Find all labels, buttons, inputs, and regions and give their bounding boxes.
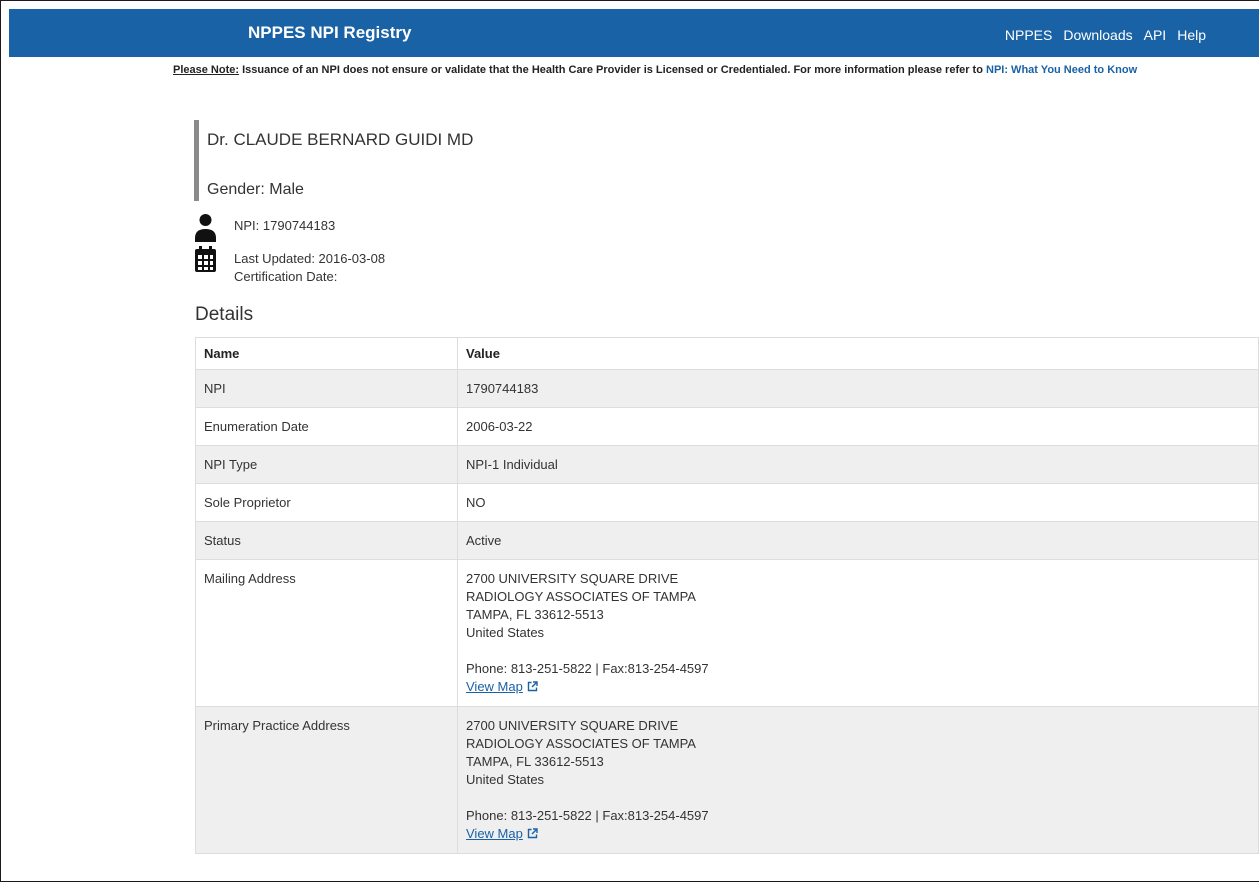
- row-name: Mailing Address: [195, 559, 458, 707]
- top-nav-links: NPPES Downloads API Help: [1005, 27, 1206, 43]
- brand-title[interactable]: NPPES NPI Registry: [248, 23, 411, 43]
- notice-text: Issuance of an NPI does not ensure or va…: [239, 64, 986, 76]
- details-heading: Details: [195, 304, 254, 325]
- table-row: Status Active: [195, 521, 1259, 560]
- column-header-name: Name: [195, 337, 458, 370]
- address-line: RADIOLOGY ASSOCIATES OF TAMPA: [466, 589, 696, 604]
- user-icon: [194, 213, 217, 247]
- address-line: 2700 UNIVERSITY SQUARE DRIVE: [466, 571, 679, 586]
- details-table: Name Value NPI 1790744183 Enumeration Da…: [195, 337, 1259, 854]
- certification-date: Certification Date:: [234, 269, 338, 284]
- phone-fax: Phone: 813-251-5822 | Fax:813-254-4597: [466, 808, 709, 823]
- nav-help[interactable]: Help: [1177, 27, 1206, 43]
- row-name: NPI: [195, 369, 458, 408]
- provider-gender: Gender: Male: [207, 181, 304, 198]
- row-name: Enumeration Date: [195, 407, 458, 446]
- view-map-link[interactable]: View Map: [466, 679, 523, 694]
- view-map-link[interactable]: View Map: [466, 826, 523, 841]
- address-line: TAMPA, FL 33612-5513: [466, 607, 604, 622]
- column-header-value: Value: [457, 337, 1259, 370]
- phone-fax: Phone: 813-251-5822 | Fax:813-254-4597: [466, 661, 709, 676]
- address-line: United States: [466, 625, 545, 640]
- table-row: NPI 1790744183: [195, 369, 1259, 408]
- row-name: Sole Proprietor: [195, 483, 458, 522]
- browser-viewport: NPPES NPI Registry NPPES Downloads API H…: [0, 0, 1259, 882]
- nav-nppes[interactable]: NPPES: [1005, 27, 1052, 43]
- row-value: NO: [457, 483, 1259, 522]
- npi-number: NPI: 1790744183: [234, 218, 336, 233]
- row-value: 2006-03-22: [457, 407, 1259, 446]
- top-navbar: NPPES NPI Registry NPPES Downloads API H…: [9, 9, 1259, 57]
- mailing-address-row: Mailing Address 2700 UNIVERSITY SQUARE D…: [195, 559, 1259, 707]
- table-row: Sole Proprietor NO: [195, 483, 1259, 522]
- address-line: RADIOLOGY ASSOCIATES OF TAMPA: [466, 736, 696, 751]
- practice-address-row: Primary Practice Address 2700 UNIVERSITY…: [195, 706, 1259, 854]
- external-link-icon[interactable]: [527, 679, 538, 697]
- nav-downloads[interactable]: Downloads: [1063, 27, 1132, 43]
- calendar-icon: [194, 246, 217, 278]
- row-name: NPI Type: [195, 445, 458, 484]
- notice-link[interactable]: NPI: What You Need to Know: [986, 64, 1137, 76]
- npi-notice: Please Note: Issuance of an NPI does not…: [173, 64, 1137, 76]
- mailing-address-value: 2700 UNIVERSITY SQUARE DRIVE RADIOLOGY A…: [457, 559, 1259, 707]
- last-updated: Last Updated: 2016-03-08: [234, 251, 386, 266]
- row-value: NPI-1 Individual: [457, 445, 1259, 484]
- provider-name: Dr. CLAUDE BERNARD GUIDI MD: [207, 130, 474, 149]
- view-map-row: View Map: [466, 678, 1250, 697]
- notice-label: Please Note:: [173, 64, 240, 76]
- address-line: TAMPA, FL 33612-5513: [466, 754, 604, 769]
- table-row: Enumeration Date 2006-03-22: [195, 407, 1259, 446]
- row-value: Active: [457, 521, 1259, 560]
- row-name: Status: [195, 521, 458, 560]
- view-map-row: View Map: [466, 825, 1250, 844]
- practice-address-value: 2700 UNIVERSITY SQUARE DRIVE RADIOLOGY A…: [457, 706, 1259, 854]
- external-link-icon[interactable]: [527, 826, 538, 844]
- address-line: 2700 UNIVERSITY SQUARE DRIVE: [466, 718, 679, 733]
- nav-api[interactable]: API: [1144, 27, 1167, 43]
- provider-accent-bar: [194, 120, 199, 201]
- table-row: NPI Type NPI-1 Individual: [195, 445, 1259, 484]
- row-value: 1790744183: [457, 369, 1259, 408]
- address-line: United States: [466, 772, 545, 787]
- row-name: Primary Practice Address: [195, 706, 458, 854]
- table-header-row: Name Value: [195, 337, 1259, 370]
